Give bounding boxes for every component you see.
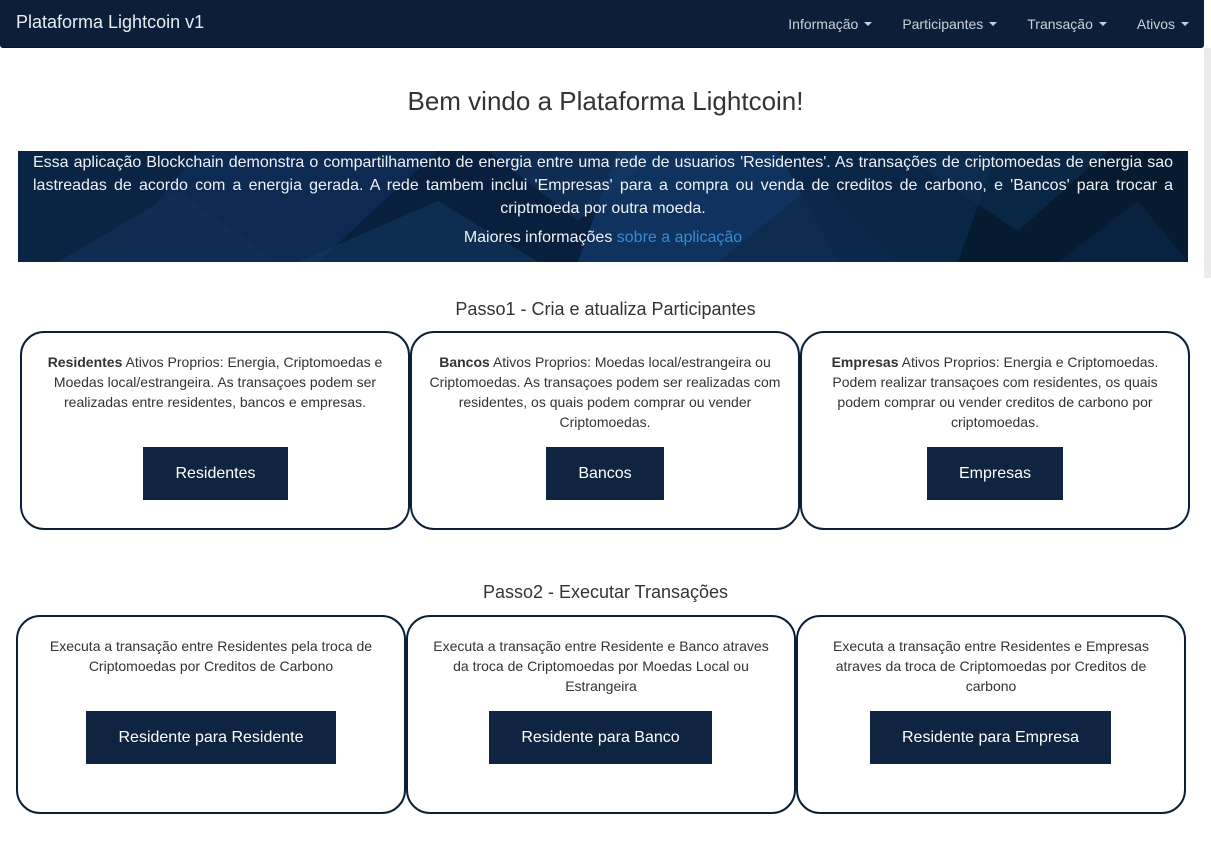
residentes-button[interactable]: Residentes [143, 447, 288, 500]
nav-item-label: Ativos [1136, 16, 1175, 32]
card-bold-label: Residentes [47, 354, 123, 370]
card-description: Residentes Ativos Proprios: Energia, Cri… [38, 352, 392, 412]
nav-dropdown-informacao[interactable]: Informação [773, 0, 887, 48]
card-description: Empresas Ativos Proprios: Energia e Crip… [818, 352, 1172, 432]
brand-title[interactable]: Plataforma Lightcoin v1 [16, 12, 204, 33]
step2-title: Passo2 - Executar Transações [482, 582, 729, 602]
card-residente-empresa: Executa a transação entre Residentes e E… [796, 615, 1186, 814]
caret-down-icon [1098, 22, 1107, 26]
nav-item-label: Participantes [902, 16, 984, 32]
residente-para-banco-button[interactable]: Residente para Banco [489, 711, 712, 764]
more-info-prefix: Maiores informações [463, 229, 613, 246]
card-bold-label: Bancos [439, 354, 490, 370]
card-residente-residente: Executa a transação entre Residentes pel… [16, 615, 406, 814]
card-residente-banco: Executa a transação entre Residente e Ba… [406, 615, 796, 814]
caret-down-icon [989, 22, 998, 26]
nav-dropdown-ativos[interactable]: Ativos [1122, 0, 1204, 48]
nav-item-label: Informação [788, 16, 859, 32]
card-bancos: Bancos Ativos Proprios: Moedas local/est… [410, 331, 800, 530]
nav-menu: Informação Participantes Transação Ativo… [773, 0, 1204, 48]
step1-title: Passo1 - Cria e atualiza Participantes [455, 299, 756, 319]
page-title: Bem vindo a Plataforma Lightcoin! [407, 86, 804, 116]
scrollbar[interactable] [1204, 48, 1211, 278]
residente-para-residente-button[interactable]: Residente para Residente [86, 711, 336, 764]
caret-down-icon [1181, 22, 1189, 26]
banner-more-info: Maiores informações sobre a aplicação [18, 229, 1188, 247]
empresas-button[interactable]: Empresas [927, 447, 1063, 500]
card-empresas: Empresas Ativos Proprios: Energia e Crip… [800, 331, 1190, 530]
banner-description: Essa aplicação Blockchain demonstra o co… [33, 154, 1173, 217]
intro-banner: Essa aplicação Blockchain demonstra o co… [18, 151, 1188, 262]
caret-down-icon [864, 22, 873, 26]
residente-para-empresa-button[interactable]: Residente para Empresa [870, 711, 1111, 764]
card-description: Executa a transação entre Residente e Ba… [433, 638, 769, 694]
nav-dropdown-transacao[interactable]: Transação [1012, 0, 1122, 48]
card-bold-label: Empresas [831, 354, 899, 370]
card-description: Bancos Ativos Proprios: Moedas local/est… [428, 352, 782, 432]
card-description: Executa a transação entre Residentes pel… [49, 638, 373, 674]
top-navbar: Plataforma Lightcoin v1 Informação Parti… [0, 0, 1204, 48]
bancos-button[interactable]: Bancos [546, 447, 664, 500]
nav-dropdown-participantes[interactable]: Participantes [887, 0, 1012, 48]
card-description: Executa a transação entre Residentes e E… [833, 638, 1149, 694]
card-residentes: Residentes Ativos Proprios: Energia, Cri… [20, 331, 410, 530]
nav-item-label: Transação [1027, 16, 1093, 32]
about-app-link[interactable]: sobre a aplicação [617, 229, 742, 246]
